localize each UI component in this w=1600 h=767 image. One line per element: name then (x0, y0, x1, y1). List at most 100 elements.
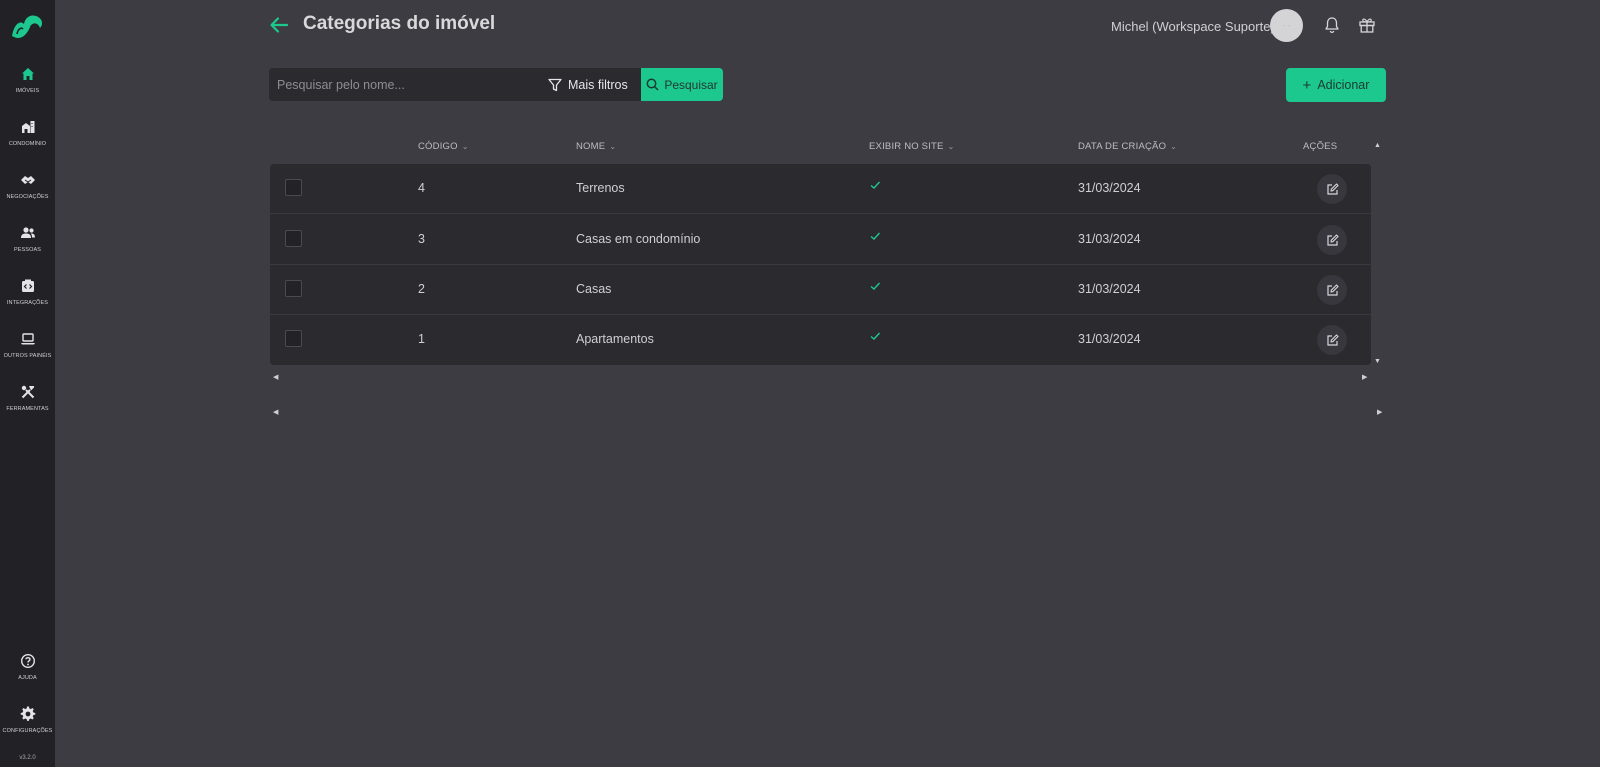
row-checkbox[interactable] (285, 230, 302, 247)
chevron-down-icon: ⌄ (461, 142, 469, 151)
more-filters-label: Mais filtros (568, 77, 628, 92)
help-icon (20, 653, 35, 669)
page-scroll-left-arrow[interactable]: ◀ (273, 408, 278, 416)
row-checkbox[interactable] (285, 179, 302, 196)
table-row: 4 Terrenos 31/03/2024 (270, 164, 1371, 214)
search-input[interactable] (277, 76, 527, 94)
scroll-up-arrow[interactable]: ▲ (1374, 142, 1381, 149)
check-icon (870, 282, 881, 290)
check-icon (870, 181, 881, 189)
bell-icon[interactable] (1323, 16, 1341, 34)
integration-icon (21, 279, 34, 292)
search-button[interactable]: Pesquisar (641, 68, 723, 101)
chevron-down-icon: ⌄ (947, 142, 955, 151)
sidebar-item-label: AJUDA (18, 675, 37, 681)
sidebar-item-negociacoes[interactable]: NEGOCIAÇÕES (0, 170, 55, 216)
sidebar-item-ferramentas[interactable]: FERRAMENTAS (0, 382, 55, 428)
edit-icon (1326, 283, 1339, 296)
cell-code: 3 (418, 232, 425, 246)
sidebar-item-label: PESSOAS (14, 247, 41, 253)
row-checkbox[interactable] (285, 330, 302, 347)
cell-created: 31/03/2024 (1078, 332, 1141, 346)
sidebar-item-label: CONDOMÍNIO (8, 141, 47, 147)
home-icon (21, 68, 34, 80)
column-header-label: EXIBIR NO SITE (869, 141, 944, 152)
search-box: Mais filtros (269, 68, 642, 101)
sidebar-item-pessoas[interactable]: PESSOAS (0, 223, 55, 269)
avatar[interactable]: - - (1270, 9, 1303, 42)
more-filters-button[interactable]: Mais filtros (548, 68, 628, 101)
column-header-label: AÇÕES (1303, 141, 1338, 152)
check-icon (870, 232, 881, 240)
column-header-label: NOME (576, 141, 606, 152)
sidebar-item-configuracoes[interactable]: CONFIGURAÇÕES (0, 704, 55, 750)
cell-created: 31/03/2024 (1078, 232, 1141, 246)
cell-code: 2 (418, 282, 425, 296)
sidebar-item-label: FERRAMENTAS (6, 406, 49, 412)
sidebar: IMÓVEIS CONDOMÍNIO NEGOCIAÇÕES PESSOAS I… (0, 0, 55, 767)
handshake-icon (20, 176, 35, 184)
edit-button[interactable] (1317, 174, 1347, 204)
table-row: 2 Casas 31/03/2024 (270, 265, 1371, 315)
cell-name: Apartamentos (576, 332, 654, 346)
sidebar-item-label: CONFIGURAÇÕES (2, 728, 53, 734)
cell-code: 4 (418, 181, 425, 195)
scroll-down-arrow[interactable]: ▼ (1374, 358, 1381, 365)
back-arrow-icon[interactable] (268, 14, 290, 36)
column-header-created[interactable]: DATA DE CRIAÇÃO ⌄ (1078, 141, 1177, 152)
cell-name: Terrenos (576, 181, 625, 195)
sidebar-item-ajuda[interactable]: AJUDA (0, 651, 55, 697)
filter-icon (548, 78, 562, 91)
edit-icon (1326, 333, 1339, 346)
sidebar-item-integracoes[interactable]: INTEGRAÇÕES (0, 276, 55, 322)
edit-button[interactable] (1317, 325, 1347, 355)
sidebar-item-outros-paineis[interactable]: OUTROS PAINÉIS (0, 329, 55, 375)
column-header-actions: AÇÕES (1303, 141, 1337, 152)
sidebar-item-label: IMÓVEIS (15, 88, 40, 94)
gear-icon (20, 706, 35, 721)
page-scroll-right-arrow[interactable]: ▶ (1377, 408, 1382, 416)
search-button-label: Pesquisar (664, 77, 718, 92)
chevron-down-icon: ⌄ (609, 142, 617, 151)
add-button-label: Adicionar (1317, 78, 1370, 92)
sidebar-item-imoveis[interactable]: IMÓVEIS (0, 64, 55, 110)
column-header-label: CÓDIGO (418, 141, 458, 152)
table-row: 1 Apartamentos 31/03/2024 (270, 315, 1371, 365)
chevron-down-icon: ⌄ (1170, 142, 1178, 151)
app-version: v3.2.0 (19, 755, 36, 761)
sidebar-item-label: INTEGRAÇÕES (6, 300, 49, 306)
cell-name: Casas em condomínio (576, 232, 701, 246)
scroll-left-arrow[interactable]: ◀ (273, 373, 278, 381)
tools-icon (21, 385, 34, 399)
edit-icon (1326, 182, 1339, 195)
logo-icon[interactable] (8, 10, 48, 42)
people-icon (20, 227, 35, 238)
sidebar-item-label: NEGOCIAÇÕES (6, 194, 49, 200)
cell-name: Casas (576, 282, 612, 296)
column-header-name[interactable]: NOME ⌄ (576, 141, 616, 152)
user-name[interactable]: Michel (Workspace Suporte) (1111, 19, 1275, 34)
sidebar-item-label: OUTROS PAINÉIS (3, 353, 52, 359)
add-button[interactable]: + Adicionar (1286, 68, 1386, 102)
table-row: 3 Casas em condomínio 31/03/2024 (270, 215, 1371, 265)
column-header-code[interactable]: CÓDIGO ⌄ (418, 141, 469, 152)
check-icon (870, 332, 881, 340)
scroll-right-arrow[interactable]: ▶ (1362, 373, 1367, 381)
edit-icon (1326, 233, 1339, 246)
plus-icon: + (1302, 76, 1312, 94)
cell-code: 1 (418, 332, 425, 346)
avatar-text: - - (1282, 21, 1291, 30)
building-icon (21, 121, 34, 133)
gift-icon[interactable] (1358, 16, 1376, 34)
edit-button[interactable] (1317, 275, 1347, 305)
column-header-label: DATA DE CRIAÇÃO (1078, 141, 1167, 152)
row-checkbox[interactable] (285, 280, 302, 297)
sidebar-item-condominio[interactable]: CONDOMÍNIO (0, 117, 55, 163)
categories-table: 4 Terrenos 31/03/2024 3 Casas em condomí… (270, 164, 1371, 365)
page-title: Categorias do imóvel (303, 13, 496, 34)
laptop-icon (20, 333, 35, 345)
column-header-show-on-site[interactable]: EXIBIR NO SITE ⌄ (869, 141, 955, 152)
search-icon (646, 78, 659, 91)
cell-created: 31/03/2024 (1078, 181, 1141, 195)
edit-button[interactable] (1317, 225, 1347, 255)
